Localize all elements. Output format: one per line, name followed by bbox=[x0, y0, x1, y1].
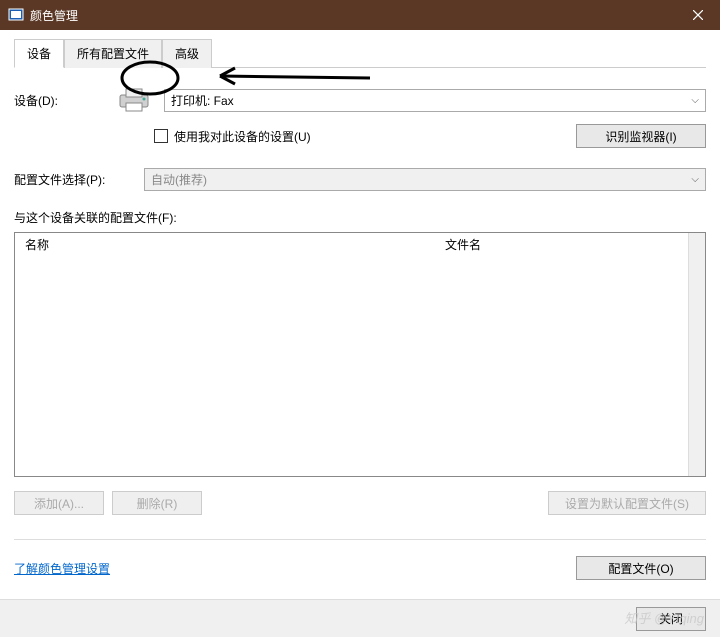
profile-select-label: 配置文件选择(P): bbox=[14, 171, 144, 188]
window-title: 颜色管理 bbox=[30, 7, 712, 24]
profile-selected: 自动(推荐) bbox=[151, 171, 207, 188]
profiles-button[interactable]: 配置文件(O) bbox=[576, 556, 706, 580]
set-default-button: 设置为默认配置文件(S) bbox=[548, 491, 706, 515]
tab-all-profiles[interactable]: 所有配置文件 bbox=[64, 39, 162, 68]
use-my-settings-checkbox[interactable] bbox=[154, 129, 168, 143]
tabs: 设备 所有配置文件 高级 bbox=[14, 38, 706, 68]
device-selected: 打印机: Fax bbox=[171, 92, 234, 109]
device-label: 设备(D): bbox=[14, 92, 114, 109]
app-icon bbox=[8, 7, 24, 23]
device-dropdown[interactable]: 打印机: Fax ⌵ bbox=[164, 89, 706, 112]
use-my-settings-label: 使用我对此设备的设置(U) bbox=[174, 128, 311, 145]
learn-more-link[interactable]: 了解颜色管理设置 bbox=[14, 560, 110, 577]
add-button: 添加(A)... bbox=[14, 491, 104, 515]
listbox-header: 名称 文件名 bbox=[15, 233, 705, 255]
profiles-listbox[interactable]: 名称 文件名 bbox=[14, 232, 706, 477]
remove-button: 删除(R) bbox=[112, 491, 202, 515]
close-icon bbox=[693, 10, 703, 20]
divider bbox=[14, 539, 706, 540]
identify-monitors-button[interactable]: 识别监视器(I) bbox=[576, 124, 706, 148]
printer-icon bbox=[114, 86, 154, 114]
chevron-down-icon: ⌵ bbox=[691, 174, 699, 185]
profile-select-dropdown: 自动(推荐) ⌵ bbox=[144, 168, 706, 191]
tab-advanced[interactable]: 高级 bbox=[162, 39, 212, 68]
close-button[interactable] bbox=[675, 0, 720, 30]
close-footer-button[interactable]: 关闭 bbox=[636, 607, 706, 631]
scrollbar[interactable] bbox=[688, 233, 705, 476]
column-filename[interactable]: 文件名 bbox=[435, 233, 491, 256]
associated-profiles-label: 与这个设备关联的配置文件(F): bbox=[14, 209, 706, 226]
footer: 关闭 bbox=[0, 599, 720, 637]
titlebar: 颜色管理 bbox=[0, 0, 720, 30]
column-name[interactable]: 名称 bbox=[15, 233, 435, 256]
chevron-down-icon: ⌵ bbox=[691, 95, 699, 106]
tab-devices[interactable]: 设备 bbox=[14, 39, 64, 68]
